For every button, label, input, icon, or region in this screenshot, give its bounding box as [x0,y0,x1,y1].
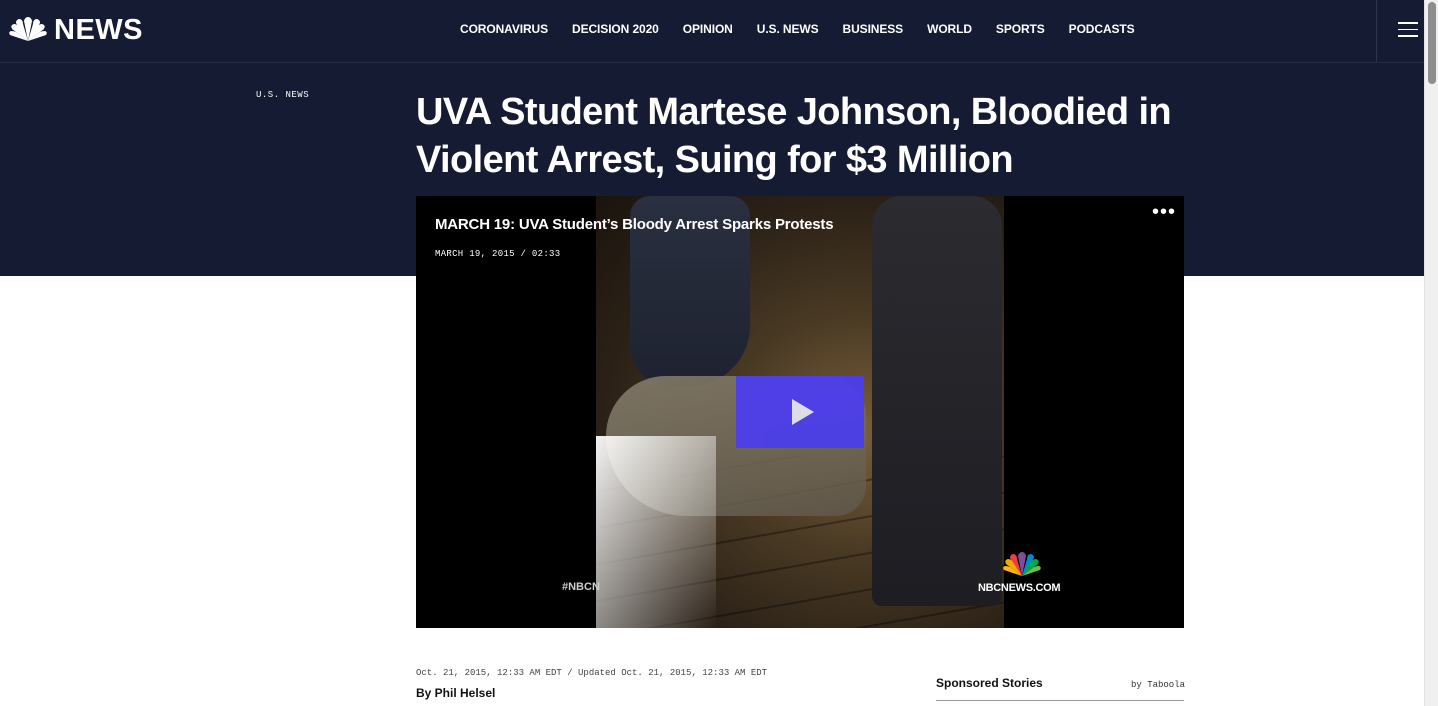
thumbnail-figure-standing [872,196,1002,606]
hamburger-icon[interactable] [1398,22,1418,38]
section-label[interactable]: U.S. NEWS [256,90,309,100]
menu-divider [1376,0,1377,62]
video-watermark-tag: #NBCN [562,581,600,593]
top-navigation-bar: NEWS CORONAVIRUS DECISION 2020 OPINION U… [0,0,1424,63]
nav-item-opinion[interactable]: OPINION [683,22,733,36]
peacock-icon [9,17,47,41]
video-watermark-site: NBCNEWS.COM [978,582,1061,594]
nav-item-world[interactable]: WORLD [927,22,972,36]
play-button[interactable] [736,376,864,448]
nav-item-decision-2020[interactable]: DECISION 2020 [572,22,659,36]
nav-item-sports[interactable]: SPORTS [996,22,1045,36]
play-icon [792,399,814,425]
article-dateline: Oct. 21, 2015, 12:33 AM EDT / Updated Oc… [416,668,768,678]
article-byline[interactable]: By Phil Helsel [416,686,495,700]
scrollbar-thumb[interactable] [1428,2,1436,84]
logo-wordmark: NEWS [54,13,143,46]
video-meta: MARCH 19, 2015 / 02:33 [435,249,561,259]
video-title: MARCH 19: UVA Student’s Bloody Arrest Sp… [435,216,834,233]
nav-item-coronavirus[interactable]: CORONAVIRUS [460,22,548,36]
video-player[interactable]: MARCH 19: UVA Student’s Bloody Arrest Sp… [416,196,1184,628]
nav-item-podcasts[interactable]: PODCASTS [1069,22,1135,36]
sponsored-stories-heading: Sponsored Stories [936,676,1043,690]
nbc-peacock-watermark-icon [1003,552,1041,576]
page-scrollbar[interactable] [1424,0,1438,706]
primary-nav: CORONAVIRUS DECISION 2020 OPINION U.S. N… [460,22,1159,36]
nbc-news-logo[interactable]: NEWS [8,14,143,46]
sponsored-divider [936,700,1184,701]
article-headline: UVA Student Martese Johnson, Bloodied in… [416,91,1172,181]
nav-item-us-news[interactable]: U.S. NEWS [757,22,819,36]
more-dots-icon[interactable]: ••• [1152,202,1176,222]
taboola-credit[interactable]: by Taboola [1131,680,1185,690]
nav-item-business[interactable]: BUSINESS [843,22,904,36]
